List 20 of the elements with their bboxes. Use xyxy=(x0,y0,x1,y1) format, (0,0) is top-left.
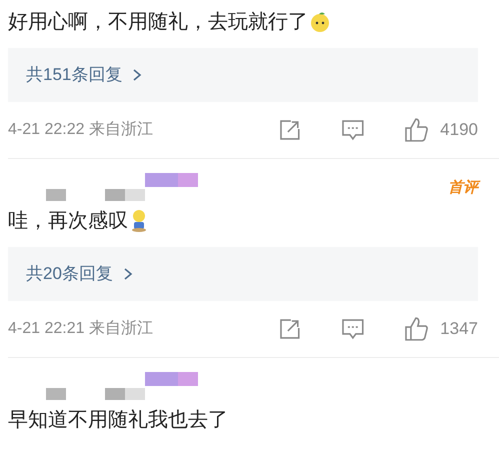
thumbs-up-icon[interactable] xyxy=(404,117,430,143)
comment-icon[interactable] xyxy=(340,317,364,341)
emoji-face-icon xyxy=(309,11,331,33)
share-icon[interactable] xyxy=(278,318,301,340)
like-count: 1347 xyxy=(440,318,478,340)
first-comment-label: 首评 xyxy=(448,176,478,199)
comment-time: 4-21 22:22 来自浙江 xyxy=(8,120,154,140)
comment-icon[interactable] xyxy=(340,118,364,142)
comment-text: 早知道不用随礼我也去了 xyxy=(8,408,228,433)
chevron-right-icon xyxy=(132,68,142,82)
comment-time: 4-21 22:21 来自浙江 xyxy=(8,318,154,339)
replies-link[interactable]: 共151条回复 xyxy=(8,48,478,102)
replies-link[interactable]: 共20条回复 xyxy=(8,247,478,301)
like-count: 4190 xyxy=(440,119,478,142)
emoji-figure-icon xyxy=(130,209,148,233)
comment-text: 哇，再次感叹 xyxy=(8,209,128,234)
chevron-right-icon xyxy=(122,267,133,281)
thumbs-up-icon[interactable] xyxy=(404,316,430,342)
share-icon[interactable] xyxy=(278,119,301,141)
comment-text: 好用心啊，不用随礼，去玩就行了 xyxy=(8,10,308,35)
